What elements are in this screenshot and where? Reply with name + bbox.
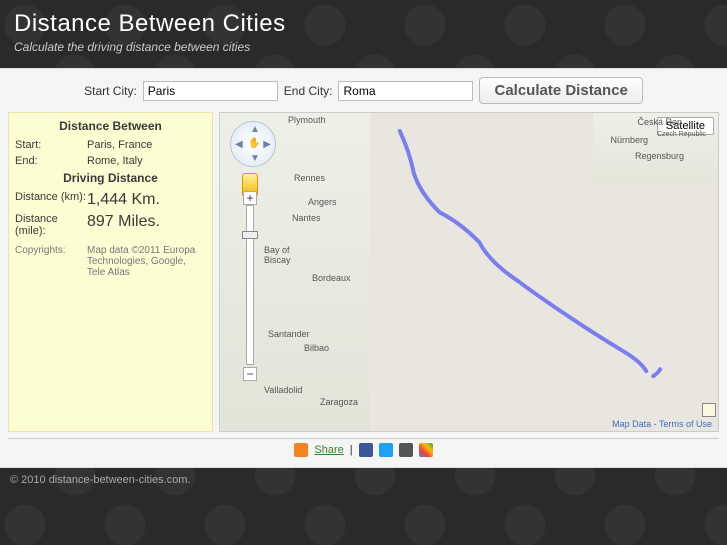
map-label: Bilbao: [304, 343, 329, 353]
map-label: Angers: [308, 197, 337, 207]
print-icon[interactable]: [399, 443, 413, 457]
pan-up-icon[interactable]: ▲: [250, 124, 260, 135]
zoom-in-button[interactable]: +: [243, 191, 257, 205]
start-value: Paris, France: [87, 139, 206, 151]
distance-km-value: 1,444 Km.: [87, 191, 206, 209]
page-subtitle: Calculate the driving distance between c…: [14, 40, 713, 54]
map-label: Nantes: [292, 213, 321, 223]
map-label: Plymouth: [288, 115, 326, 125]
map-attribution-links[interactable]: Map Data - Terms of Use: [612, 419, 712, 429]
distance-mi-value: 897 Miles.: [87, 213, 206, 237]
results-panel: Distance Between Start: Paris, France En…: [8, 112, 213, 432]
end-city-input[interactable]: [338, 81, 473, 101]
end-city-label: End City:: [284, 84, 333, 98]
start-city-label: Start City:: [84, 84, 137, 98]
page-title: Distance Between Cities: [14, 10, 713, 38]
separator: |: [350, 444, 353, 456]
map-label: Zaragoza: [320, 397, 358, 407]
results-heading-driving: Driving Distance: [15, 171, 206, 185]
map-label: Rennes: [294, 173, 325, 183]
minimap-toggle[interactable]: [702, 403, 716, 417]
distance-km-label: Distance (km):: [15, 191, 87, 209]
map-label: Santander: [268, 329, 310, 339]
end-label: End:: [15, 155, 87, 167]
copyright-value: Map data ©2011 Europa Technologies, Goog…: [87, 245, 206, 278]
share-link[interactable]: Share: [314, 444, 343, 456]
pan-right-icon[interactable]: ▶: [263, 139, 271, 150]
distance-mi-label: Distance (mile):: [15, 213, 87, 237]
facebook-icon[interactable]: [359, 443, 373, 457]
map[interactable]: Satellite ▲ ▼ ◀ ▶ ✋ + − Plymouth Rennes …: [219, 112, 719, 432]
main-panel: Start City: End City: Calculate Distance…: [0, 68, 727, 468]
twitter-icon[interactable]: [379, 443, 393, 457]
zoom-out-button[interactable]: −: [243, 367, 257, 381]
map-label: Bordeaux: [312, 273, 351, 283]
pan-left-icon[interactable]: ◀: [235, 139, 243, 150]
search-form: Start City: End City: Calculate Distance: [8, 77, 719, 104]
copyright-label: Copyrights:: [15, 245, 87, 278]
map-pan-control[interactable]: ▲ ▼ ◀ ▶ ✋: [230, 121, 276, 167]
results-heading-between: Distance Between: [15, 119, 206, 133]
start-city-input[interactable]: [143, 81, 278, 101]
start-label: Start:: [15, 139, 87, 151]
hand-icon[interactable]: ✋: [248, 138, 260, 149]
addthis-icon[interactable]: [294, 443, 308, 457]
zoom-handle[interactable]: [242, 231, 258, 239]
share-bar: Share |: [8, 438, 719, 457]
end-value: Rome, Italy: [87, 155, 206, 167]
calculate-button[interactable]: Calculate Distance: [479, 77, 642, 104]
zoom-slider[interactable]: [246, 205, 254, 365]
pan-down-icon[interactable]: ▼: [250, 153, 260, 164]
map-label: Bay of Biscay: [264, 245, 304, 265]
google-icon[interactable]: [419, 443, 433, 457]
page-footer: © 2010 distance-between-cities.com.: [0, 468, 727, 492]
map-label: Valladolid: [264, 385, 302, 395]
route-line: [370, 123, 688, 391]
